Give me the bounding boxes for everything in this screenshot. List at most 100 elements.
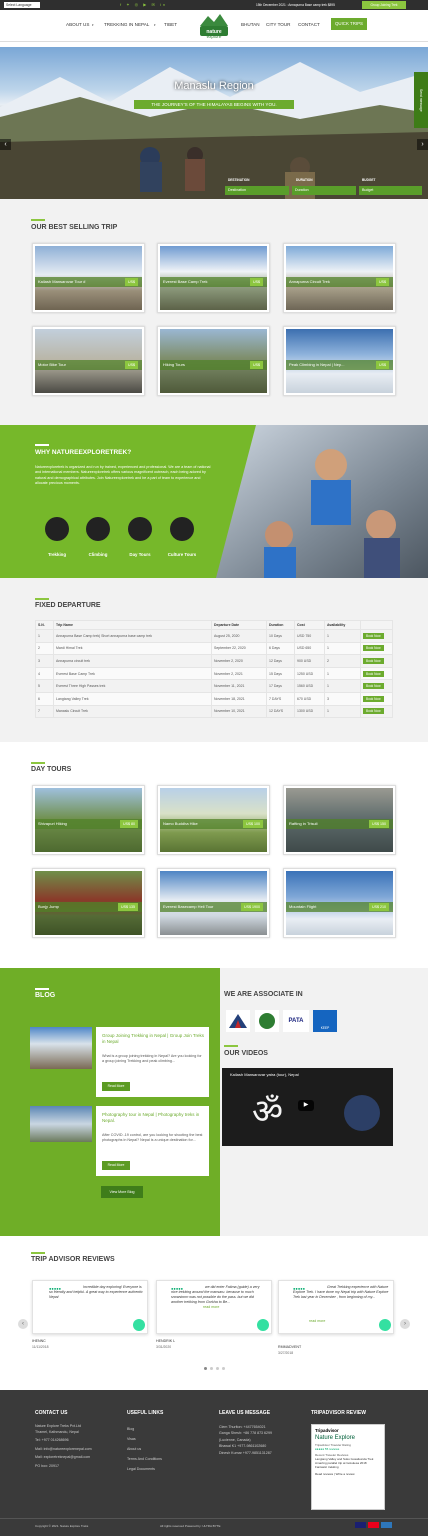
trip-card[interactable]: Kailash Mansarovar Tour # US$ <box>32 243 145 313</box>
footer-link-terms[interactable]: Terms And Conditions <box>127 1454 162 1464</box>
association-logo[interactable] <box>226 1010 250 1032</box>
col-availability: Availability <box>324 620 361 630</box>
nav-bhutan[interactable]: BHUTAN <box>241 22 260 27</box>
cell-availability: 1 <box>324 679 361 693</box>
read-more-button[interactable]: Read More <box>102 1082 130 1091</box>
tour-card[interactable]: Everest Basecamp Heli Tour US$ 1900 <box>157 868 270 938</box>
phone[interactable]: Tel: +977 014268696 <box>35 1438 115 1444</box>
association-logo[interactable] <box>255 1010 279 1032</box>
cell-sn: 6 <box>35 691 54 706</box>
carousel-dot[interactable] <box>222 1367 225 1370</box>
site-logo[interactable]: nature explore <box>196 12 232 40</box>
footer-message: Clem Thurlton: +4477654021 Ganga Shesh: … <box>219 1424 304 1456</box>
footer-link-legal[interactable]: Legal Documents <box>127 1464 162 1474</box>
footer-link-visas[interactable]: Visas <box>127 1434 162 1444</box>
tripadvisor-owl-icon <box>133 1319 145 1331</box>
language-select[interactable]: Select Language <box>4 2 40 8</box>
play-icon[interactable]: ▶ <box>298 1100 314 1111</box>
tour-card[interactable]: Namo Buddha Hike US$ 100 <box>157 785 270 855</box>
climbing-icon[interactable] <box>86 517 110 541</box>
tour-card[interactable]: Rafting in Trisuli US$ 150 <box>283 785 396 855</box>
trip-card[interactable]: Motor Bike Tour US$ <box>32 326 145 396</box>
group-joining-button[interactable]: Group Joining Trek <box>362 1 406 9</box>
nav-tibet[interactable]: TIBET <box>164 22 177 27</box>
nav-about-us[interactable]: ABOUT US <box>66 22 89 27</box>
book-now-button[interactable]: Book Now <box>363 708 384 715</box>
slider-next-icon[interactable]: › <box>417 139 428 150</box>
departure-table: S.N. Trip Name Departure Date Duration C… <box>35 620 393 719</box>
email-link[interactable]: Mail: info@natureexplorenepal.com <box>35 1447 115 1453</box>
pata-logo[interactable]: PATA <box>283 1010 309 1032</box>
duration-select[interactable]: Duration <box>292 186 356 195</box>
top-announcement[interactable]: 15th December 2021 : Annapurna Base camp… <box>256 3 335 7</box>
blog-post-title[interactable]: Group Joining Trekking in Nepal | Group … <box>102 1033 204 1045</box>
review-links[interactable]: Read reviews | Write a review <box>315 1472 381 1476</box>
review-date: 3/31/2020 <box>156 1345 172 1349</box>
recent-review[interactable]: Fantastic trekking <box>315 1465 381 1469</box>
cell-duration: 12 DAYS <box>266 704 295 719</box>
rating-bubbles: ●●●●● 55 reviews <box>315 1447 340 1451</box>
tour-card[interactable]: Bunjy Jump US$ 135 <box>32 868 145 938</box>
tripadvisor-listing[interactable]: Nature Explore <box>315 1435 381 1441</box>
read-more-link[interactable]: read more <box>309 1319 325 1323</box>
slider-prev-icon[interactable]: ‹ <box>0 139 11 150</box>
tour-card[interactable]: Mountain Flight US$ 210 <box>283 868 396 938</box>
cell-sn: 5 <box>35 679 54 693</box>
copyright: Copyright © 2021. Nature Explore Treks <box>35 1524 89 1528</box>
day-tours-icon[interactable] <box>128 517 152 541</box>
title-accent <box>224 1045 238 1047</box>
review-card: ●●●●● Incredible day exploring! Everyone… <box>32 1280 148 1334</box>
tripadvisor-widget[interactable]: Tripadvisor Nature Explore Tripadvisor T… <box>311 1424 385 1510</box>
reviews-next-icon[interactable]: › <box>400 1319 410 1329</box>
trip-card[interactable]: Annapurna Circuit Trek US$ <box>283 243 396 313</box>
cell-sn: 2 <box>35 641 54 656</box>
carousel-dot[interactable] <box>210 1367 213 1370</box>
read-more-button[interactable]: Read More <box>102 1161 130 1170</box>
hero-title: Manaslu Region <box>174 80 254 92</box>
footer-link-blog[interactable]: Blog <box>127 1424 162 1434</box>
carousel-dot[interactable] <box>204 1367 207 1370</box>
credits[interactable]: All rights reserved Powered by: ULTRA BY… <box>160 1524 220 1528</box>
book-now-button[interactable]: Book Now <box>363 695 384 702</box>
title-accent <box>35 598 49 600</box>
po-box: PO box: 20917 <box>35 1463 59 1468</box>
book-now-button[interactable]: Book Now <box>363 657 384 664</box>
book-now-button[interactable]: Book Now <box>363 670 384 677</box>
nav-city-tour[interactable]: CITY TOUR <box>266 22 291 27</box>
cell-trip: Manaslu Circuit Trek <box>53 704 212 719</box>
reviews-prev-icon[interactable]: ‹ <box>18 1319 28 1329</box>
trip-card[interactable]: Peak Climbing in Nepal | Nep... US$ <box>283 326 396 396</box>
email-link[interactable]: Mail: exploretreknepal@gmail.com <box>35 1455 115 1461</box>
nav-trekking[interactable]: TREKKING IN NEPAL <box>104 22 149 27</box>
svg-text:ॐ: ॐ <box>252 1092 283 1132</box>
trip-card[interactable]: Everest Base Camp Trek US$ <box>157 243 270 313</box>
social-icons[interactable]: f ✦ ◎ ▶ ✉ in <box>120 2 167 7</box>
footer-link-about[interactable]: About us <box>127 1444 162 1454</box>
video-caption: Kailash Mansarovar yatra (tour), Nepal <box>230 1072 299 1077</box>
destination-select[interactable]: Destination <box>225 186 289 195</box>
cell-availability: 1 <box>324 704 361 719</box>
budget-select[interactable]: Budget <box>359 186 422 195</box>
trip-card[interactable]: Hiking Tours US$ <box>157 326 270 396</box>
book-now-button[interactable]: Book Now <box>363 683 384 690</box>
book-now-button[interactable]: Book Now <box>363 632 384 639</box>
book-now-button[interactable]: Book Now <box>363 645 384 652</box>
view-more-blog-button[interactable]: View More Blog <box>101 1186 143 1198</box>
quick-trips-button[interactable]: QUICK TRIPS <box>331 18 367 30</box>
review-date: 11/11/2018 <box>32 1345 49 1349</box>
send-message-tab[interactable]: Send message <box>414 72 428 128</box>
keep-logo[interactable]: KEEP <box>313 1010 337 1032</box>
read-more-link[interactable]: read more <box>203 1305 219 1309</box>
hero-subtitle: THE JOURNEY'S OF THE HIMALAYAS BEGINS WI… <box>134 100 294 109</box>
carousel-dot[interactable] <box>216 1367 219 1370</box>
trekking-icon[interactable] <box>45 517 69 541</box>
blog-thumb[interactable] <box>30 1106 92 1142</box>
culture-tours-icon[interactable] <box>170 517 194 541</box>
tour-card[interactable]: Shivapuri Hiking US$ 80 <box>32 785 145 855</box>
nav-contact[interactable]: CONTACT <box>298 22 320 27</box>
blog-thumb[interactable] <box>30 1027 92 1069</box>
cell-availability: 1 <box>324 629 361 643</box>
blog-post-title[interactable]: Photography tour in Nepal | Photography … <box>102 1112 204 1124</box>
title-accent <box>35 444 49 446</box>
footer-contact: Nature Explore Treks Pvt.Ltd Thamel, Kat… <box>35 1424 115 1470</box>
